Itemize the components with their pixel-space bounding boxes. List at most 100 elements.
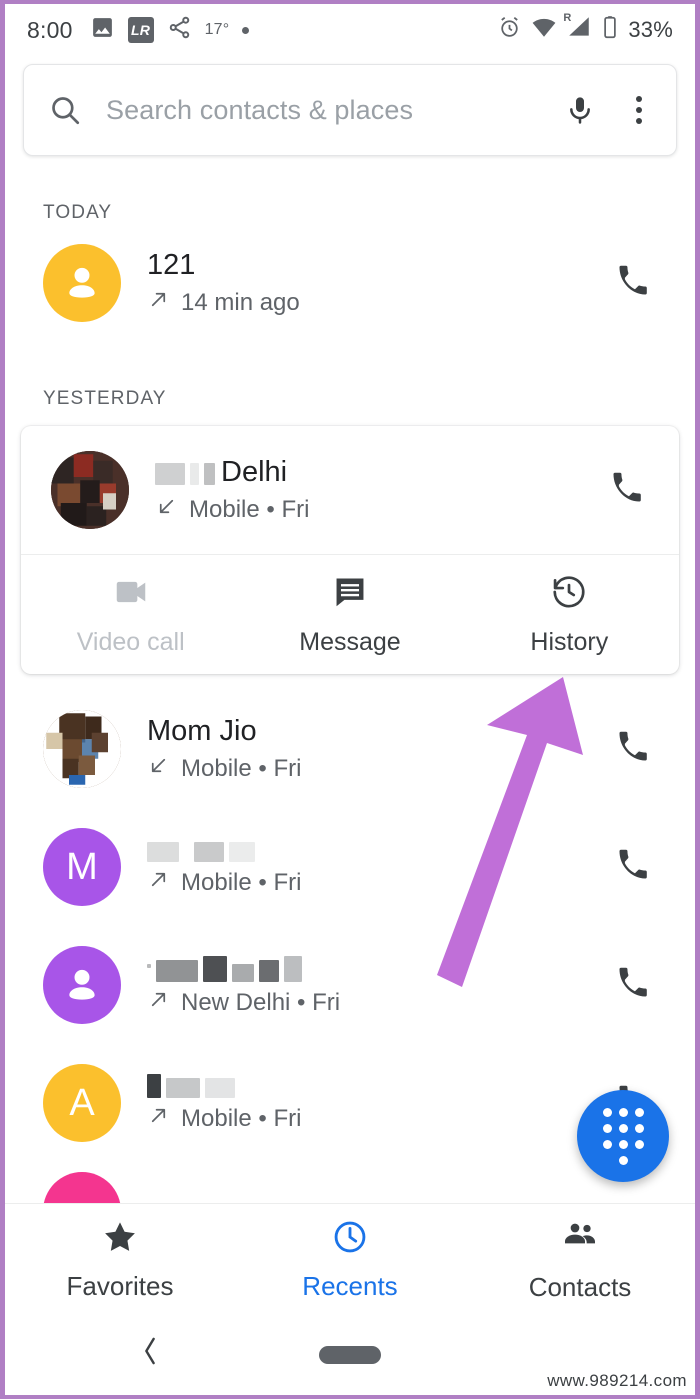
phone-icon[interactable]	[605, 719, 661, 780]
call-time: Mobile • Fri	[181, 755, 302, 783]
call-time: Mobile • Fri	[181, 1105, 302, 1132]
status-time: 8:00	[27, 16, 73, 43]
phone-icon[interactable]	[599, 460, 655, 521]
incoming-call-arrow-icon	[155, 495, 178, 525]
contact-name	[147, 1072, 605, 1098]
card-action-bar: Video call Message History	[21, 554, 679, 674]
avatar-initial: A	[69, 1081, 95, 1124]
battery-percent: 33%	[628, 17, 673, 42]
avatar: M	[43, 828, 121, 906]
call-time: New Delhi • Fri	[181, 989, 341, 1016]
outgoing-call-arrow-icon	[147, 1104, 170, 1134]
overflow-menu-icon[interactable]	[626, 90, 652, 130]
nav-label-recents: Recents	[302, 1270, 398, 1301]
outgoing-call-arrow-icon	[147, 288, 170, 318]
call-log-row[interactable]: 121 14 min ago	[5, 224, 695, 342]
contact-photo-icon	[51, 451, 129, 529]
contact-photo-icon	[43, 710, 121, 788]
search-bar[interactable]: Search contacts & places	[23, 64, 677, 156]
avatar	[43, 710, 121, 788]
history-action[interactable]: History	[460, 555, 679, 674]
contact-name: 121	[147, 248, 196, 281]
call-log-row[interactable]: Delhi Mobile • Fri	[21, 426, 679, 554]
call-detail: Mobile • Fri	[147, 754, 605, 784]
nav-label-favorites: Favorites	[66, 1270, 174, 1301]
section-header-today: TODAY	[43, 202, 113, 223]
call-log-row-body: Mobile • Fri	[147, 836, 605, 898]
call-time: 14 min ago	[181, 289, 300, 317]
call-log-row-body: Delhi Mobile • Fri	[155, 455, 599, 525]
battery-icon	[601, 14, 619, 46]
history-label: History	[530, 627, 609, 656]
phone-icon[interactable]	[605, 955, 661, 1016]
lr-badge-icon: LR	[127, 17, 154, 43]
dialpad-icon	[602, 1107, 644, 1165]
avatar	[43, 244, 121, 322]
call-detail: 14 min ago	[147, 288, 605, 318]
call-log-row[interactable]: New Delhi • Fri	[5, 926, 695, 1044]
call-detail: New Delhi • Fri	[147, 988, 605, 1018]
phone-frame: 8:00 LR 17° R 33% Search contacts & plac…	[0, 0, 700, 1399]
wifi-icon	[531, 14, 557, 46]
avatar	[51, 451, 129, 529]
home-pill-icon[interactable]	[319, 1346, 381, 1364]
call-log-list: TODAY 121 14 min ago YESTERDAY Delhi Mob…	[5, 156, 695, 1162]
contact-name: Delhi	[155, 455, 599, 489]
dot-icon	[242, 26, 250, 34]
contact-name: Mom Jio	[147, 714, 257, 747]
incoming-call-arrow-icon	[147, 754, 170, 784]
person-glyph-icon	[69, 267, 95, 298]
share-icon	[167, 15, 192, 46]
bottom-navigation-bar: Favorites Recents Contacts	[5, 1203, 695, 1315]
section-header-yesterday: YESTERDAY	[43, 388, 167, 409]
call-time: Mobile • Fri	[181, 869, 302, 896]
status-bar-right: R 33%	[497, 12, 673, 46]
person-glyph-icon	[69, 969, 95, 1000]
avatar	[43, 946, 121, 1024]
call-log-row-body: Mom Jio Mobile • Fri	[147, 714, 605, 784]
clock-icon	[331, 1218, 369, 1263]
redacted-name-block	[147, 952, 302, 982]
call-log-row-body: 121 14 min ago	[147, 248, 605, 318]
video-camera-icon	[112, 573, 150, 618]
redacted-name-block	[147, 1072, 235, 1098]
search-icon	[48, 93, 82, 127]
nav-tab-recents[interactable]: Recents	[235, 1218, 465, 1302]
call-time: Mobile • Fri	[189, 496, 310, 524]
watermark: www.989214.com	[547, 1371, 687, 1390]
status-bar-left: 8:00 LR 17°	[27, 15, 250, 46]
avatar: A	[43, 1064, 121, 1142]
history-icon	[550, 573, 588, 618]
nav-tab-favorites[interactable]: Favorites	[5, 1218, 235, 1302]
contact-name-text: Delhi	[221, 455, 288, 488]
call-detail: Mobile • Fri	[147, 868, 605, 898]
message-action[interactable]: Message	[240, 555, 459, 674]
search-input[interactable]: Search contacts & places	[106, 95, 564, 126]
video-call-action[interactable]: Video call	[21, 555, 240, 674]
message-label: Message	[299, 627, 401, 656]
call-log-row[interactable]: Mom Jio Mobile • Fri	[5, 690, 695, 808]
people-icon	[560, 1217, 600, 1264]
call-log-row-body: Mobile • Fri	[147, 1072, 605, 1134]
avatar-initial: M	[66, 845, 98, 888]
call-detail: Mobile • Fri	[147, 1104, 605, 1134]
nav-tab-contacts[interactable]: Contacts	[465, 1217, 695, 1303]
redacted-name-block	[147, 836, 255, 862]
star-icon	[101, 1218, 139, 1263]
message-icon	[331, 573, 369, 618]
phone-icon[interactable]	[605, 837, 661, 898]
dialpad-fab-button[interactable]	[577, 1090, 669, 1182]
outgoing-call-arrow-icon	[147, 868, 170, 898]
back-chevron-icon[interactable]	[137, 1334, 163, 1377]
phone-icon[interactable]	[605, 253, 661, 314]
status-temperature: 17°	[204, 21, 230, 38]
outgoing-call-arrow-icon	[147, 988, 170, 1018]
call-log-row[interactable]: M Mobile • Fri	[5, 808, 695, 926]
call-detail: Mobile • Fri	[155, 495, 599, 525]
microphone-icon[interactable]	[564, 94, 596, 126]
contact-name	[147, 952, 605, 982]
video-call-label: Video call	[76, 627, 185, 656]
call-log-row-body: New Delhi • Fri	[147, 952, 605, 1018]
signal-roaming-icon: R	[563, 12, 592, 46]
alarm-icon	[497, 15, 522, 46]
